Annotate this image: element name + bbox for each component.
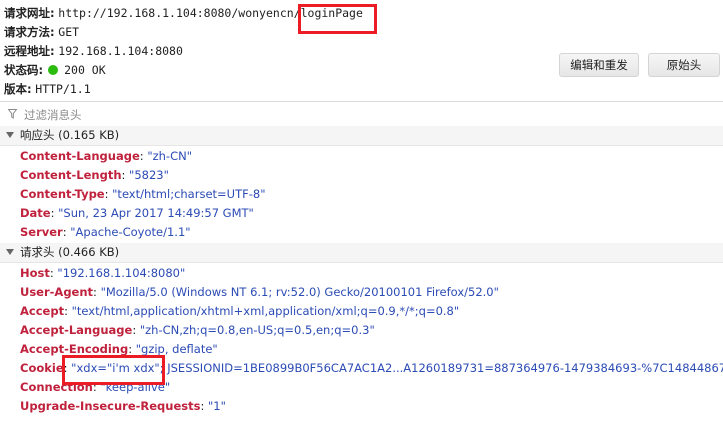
raw-headers-button[interactable]: 原始头 bbox=[648, 53, 720, 77]
filter-headers-input[interactable] bbox=[22, 105, 706, 125]
header-separator: : bbox=[128, 342, 136, 356]
filter-bar bbox=[0, 101, 723, 128]
header-value: "1" bbox=[208, 399, 226, 413]
request-url-row: 请求网址: http://192.168.1.104:8080/wonyencn… bbox=[4, 4, 363, 22]
request-headers-title: 请求头 (0.466 KB) bbox=[20, 245, 120, 259]
header-row[interactable]: User-Agent: "Mozilla/5.0 (Windows NT 6.1… bbox=[20, 283, 499, 302]
request-method-row: 请求方法: GET bbox=[4, 23, 79, 41]
header-value: "192.168.1.104:8080" bbox=[57, 266, 186, 280]
collapse-arrow-icon bbox=[6, 249, 14, 255]
status-ok-icon bbox=[48, 65, 59, 75]
request-summary: 请求网址: http://192.168.1.104:8080/wonyencn… bbox=[0, 0, 723, 101]
header-separator: : bbox=[132, 323, 140, 337]
header-row[interactable]: Accept-Language: "zh-CN,zh;q=0.8,en-US;q… bbox=[20, 321, 375, 340]
http-version-value: HTTP/1.1 bbox=[35, 82, 91, 96]
filter-icon bbox=[8, 109, 17, 119]
header-name: Content-Type bbox=[20, 187, 105, 201]
header-row[interactable]: Content-Type: "text/html;charset=UTF-8" bbox=[20, 185, 265, 204]
header-name: Upgrade-Insecure-Requests bbox=[20, 399, 201, 413]
request-method-value: GET bbox=[58, 25, 80, 39]
header-row[interactable]: Accept-Encoding: "gzip, deflate" bbox=[20, 340, 218, 359]
header-value: "Mozilla/5.0 (Windows NT 6.1; rv:52.0) G… bbox=[100, 285, 499, 299]
header-value: "5823" bbox=[129, 168, 169, 182]
request-method-label: 请求方法: bbox=[4, 25, 55, 39]
status-code-value: 200 OK bbox=[64, 63, 106, 77]
header-value: "zh-CN" bbox=[147, 149, 192, 163]
header-name: Content-Length bbox=[20, 168, 122, 182]
header-value: "gzip, deflate" bbox=[135, 342, 218, 356]
header-row[interactable]: Accept: "text/html,application/xhtml+xml… bbox=[20, 302, 459, 321]
header-row[interactable]: Content-Length: "5823" bbox=[20, 166, 169, 185]
header-row[interactable]: Connection: "keep-alive" bbox=[20, 378, 170, 397]
header-name: Connection bbox=[20, 380, 93, 394]
header-separator: : bbox=[200, 399, 208, 413]
header-value: "text/html;charset=UTF-8" bbox=[112, 187, 266, 201]
header-separator: : bbox=[121, 168, 130, 182]
header-row[interactable]: Cookie: "xdx="i'm xdx"; JSESSIONID=1BE08… bbox=[20, 359, 723, 378]
header-row[interactable]: Date: "Sun, 23 Apr 2017 14:49:57 GMT" bbox=[20, 204, 254, 223]
header-row[interactable]: Upgrade-Insecure-Requests: "1" bbox=[20, 397, 226, 416]
header-value: "Sun, 23 Apr 2017 14:49:57 GMT" bbox=[58, 206, 254, 220]
header-name: Accept bbox=[20, 304, 65, 318]
response-headers-section-toggle[interactable]: 响应头 (0.165 KB) bbox=[0, 126, 723, 146]
header-name: User-Agent bbox=[20, 285, 94, 299]
header-name: Server bbox=[20, 225, 63, 239]
header-name: Accept-Encoding bbox=[20, 342, 129, 356]
header-value: "xdx="i'm xdx"; JSESSIONID=1BE0899B0F56C… bbox=[71, 361, 723, 375]
header-value: "zh-CN,zh;q=0.8,en-US;q=0.5,en;q=0.3" bbox=[139, 323, 375, 337]
remote-address-label: 远程地址: bbox=[4, 44, 55, 58]
header-row[interactable]: Host: "192.168.1.104:8080" bbox=[20, 264, 185, 283]
http-version-label: 版本: bbox=[4, 82, 32, 96]
collapse-arrow-icon bbox=[6, 132, 14, 138]
request-headers-section-toggle[interactable]: 请求头 (0.466 KB) bbox=[0, 243, 723, 263]
request-url-label: 请求网址: bbox=[4, 6, 55, 20]
header-separator: : bbox=[50, 206, 59, 220]
header-name: Host bbox=[20, 266, 50, 280]
header-value: "keep-alive" bbox=[100, 380, 171, 394]
header-name: Date bbox=[20, 206, 51, 220]
request-url-value[interactable]: http://192.168.1.104:8080/wonyencn/login… bbox=[58, 6, 363, 20]
edit-and-resend-button[interactable]: 编辑和重发 bbox=[559, 53, 639, 77]
header-row[interactable]: Server: "Apache-Coyote/1.1" bbox=[20, 223, 191, 242]
header-value: "text/html,application/xhtml+xml,applica… bbox=[71, 304, 460, 318]
header-separator: : bbox=[93, 285, 101, 299]
header-name: Accept-Language bbox=[20, 323, 133, 337]
header-name: Content-Language bbox=[20, 149, 140, 163]
remote-address-value: 192.168.1.104:8080 bbox=[58, 44, 183, 58]
http-version-row: 版本: HTTP/1.1 bbox=[4, 80, 91, 98]
remote-address-row: 远程地址: 192.168.1.104:8080 bbox=[4, 42, 183, 60]
header-separator: : bbox=[64, 304, 72, 318]
header-separator: : bbox=[104, 187, 113, 201]
header-name: Cookie bbox=[20, 361, 64, 375]
response-headers-title: 响应头 (0.165 KB) bbox=[20, 128, 120, 142]
header-value: "Apache-Coyote/1.1" bbox=[70, 225, 191, 239]
status-code-row: 状态码: 200 OK bbox=[4, 61, 106, 79]
header-row[interactable]: Content-Language: "zh-CN" bbox=[20, 147, 192, 166]
status-code-label: 状态码: bbox=[4, 63, 44, 77]
